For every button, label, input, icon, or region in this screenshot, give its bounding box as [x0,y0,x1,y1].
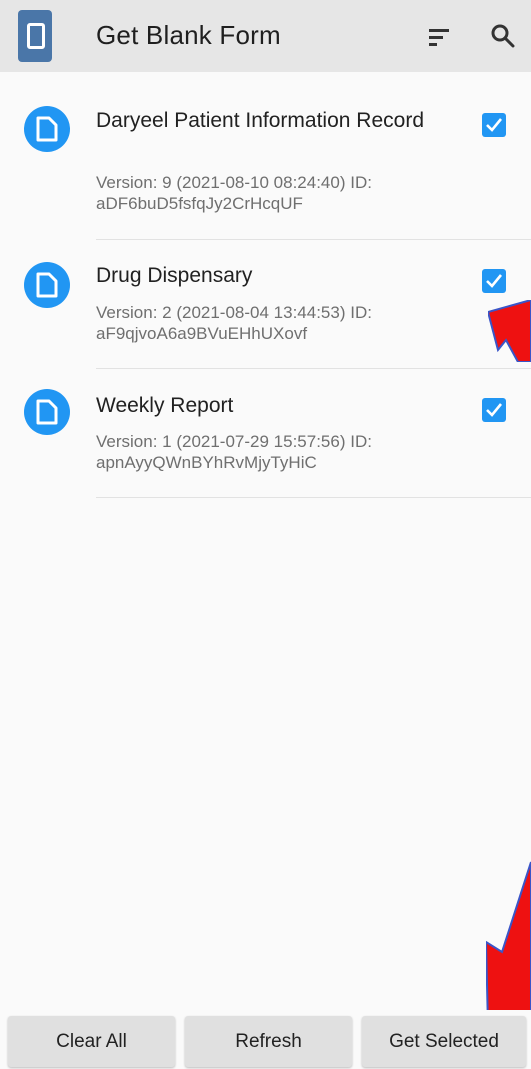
form-name: Weekly Report [96,394,234,417]
form-list-item[interactable]: Weekly Report Version: 1 (2021-07-29 15:… [0,369,531,497]
form-checkbox[interactable] [482,269,506,293]
form-list-item[interactable]: Drug Dispensary Version: 2 (2021-08-04 1… [0,240,531,368]
odk-collect-logo-icon [18,10,52,62]
refresh-button[interactable]: Refresh [185,1016,352,1067]
form-document-icon [24,106,70,152]
form-name: Drug Dispensary [96,264,253,287]
form-checkbox[interactable] [482,398,506,422]
form-checkbox[interactable] [482,113,506,137]
annotation-arrow-icon [486,861,531,1027]
page-title: Get Blank Form [96,20,281,50]
form-document-icon [24,389,70,435]
app-bar: Get Blank Form [0,0,531,72]
form-version-id: Version: 1 (2021-07-29 15:57:56) ID: apn… [96,432,372,472]
form-version-id: Version: 9 (2021-08-10 08:24:40) ID: aDF… [96,173,372,213]
list-divider [96,497,531,498]
clear-all-button[interactable]: Clear All [8,1016,175,1067]
sort-icon[interactable] [424,24,454,50]
form-version-id: Version: 2 (2021-08-04 13:44:53) ID: aF9… [96,303,372,343]
get-selected-button[interactable]: Get Selected [362,1016,526,1067]
search-icon[interactable] [488,21,518,51]
form-list-item[interactable]: Daryeel Patient Information Record Versi… [0,72,531,240]
annotation-arrow-icon [488,300,531,362]
form-name: Daryeel Patient Information Record [96,109,424,132]
form-document-icon [24,262,70,308]
bottom-button-bar: Clear All Refresh Get Selected [0,1010,531,1069]
